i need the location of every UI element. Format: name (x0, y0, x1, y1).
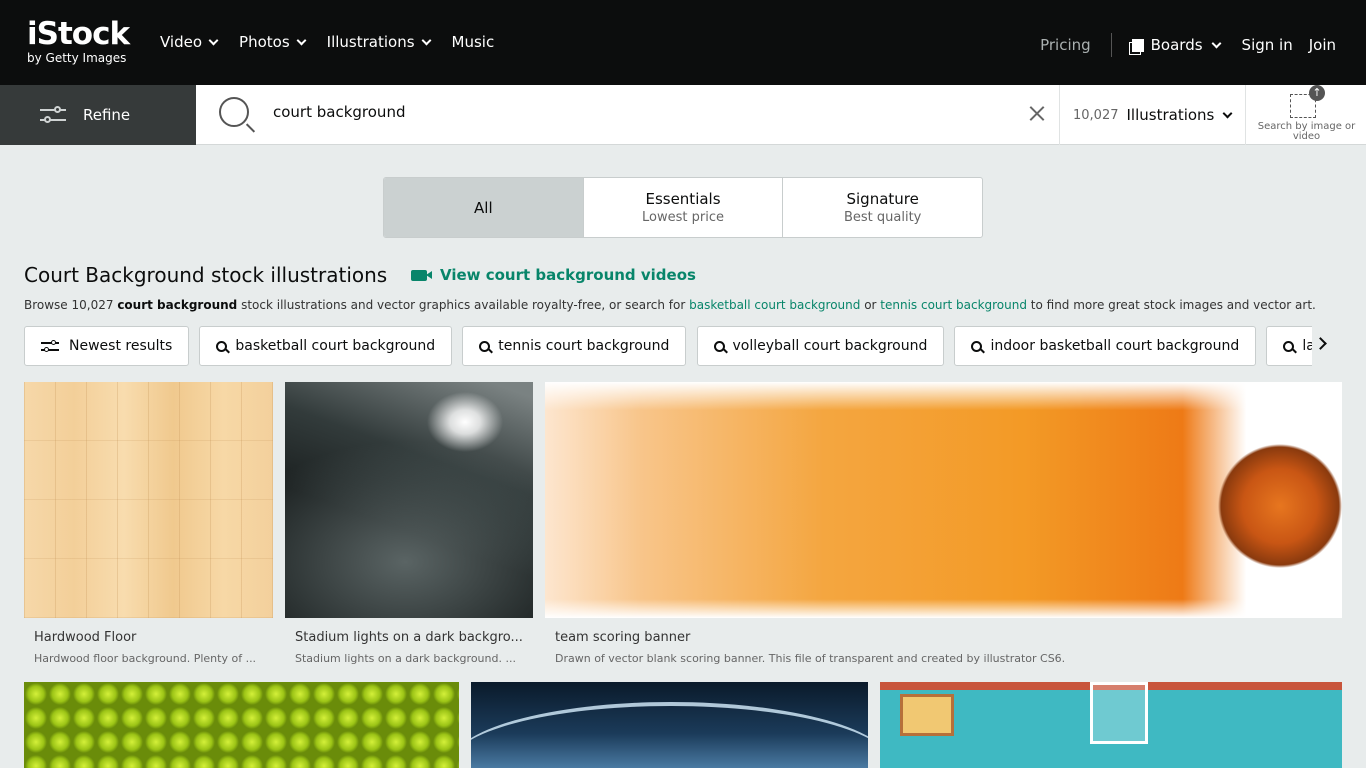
tab-subtitle: Best quality (843, 210, 922, 225)
result-card[interactable]: Hardwood Floor Hardwood floor background… (24, 382, 273, 672)
search-icon (1283, 340, 1295, 352)
chip-related-search[interactable]: law court background (1266, 326, 1312, 366)
nav-photos[interactable]: Photos (239, 33, 307, 51)
account-nav: Pricing Boards Sign in Join (1040, 33, 1336, 57)
tab-title: All (474, 198, 493, 217)
result-card[interactable]: team scoring banner Drawn of vector blan… (545, 382, 1342, 672)
result-card[interactable] (880, 682, 1342, 768)
sliders-icon (41, 339, 59, 353)
result-title: team scoring banner (555, 630, 691, 645)
desc-prefix: Browse 10,027 (24, 298, 118, 312)
video-camera-icon (411, 269, 432, 281)
close-icon[interactable] (1028, 104, 1046, 122)
chip-related-search[interactable]: tennis court background (462, 326, 687, 366)
sliders-icon (40, 106, 66, 124)
chevron-down-icon (421, 35, 431, 45)
refine-label: Refine (83, 106, 131, 124)
chip-label: indoor basketball court background (990, 338, 1240, 354)
istock-logo[interactable]: iStock by Getty Images (27, 16, 130, 65)
tab-title: Essentials (645, 190, 721, 208)
result-title: Stadium lights on a dark backgro... (295, 630, 523, 645)
result-thumbnail[interactable] (24, 382, 273, 618)
search-bar: Refine 10,027 Illustrations Search by im… (0, 85, 1366, 145)
tab-subtitle: Lowest price (642, 210, 724, 225)
chip-label: tennis court background (498, 338, 670, 354)
chevron-down-icon (208, 35, 219, 45)
logo-tagline: by Getty Images (27, 51, 127, 65)
desc-or: or (860, 298, 881, 312)
desc-suffix: to find more great stock images and vect… (1026, 298, 1316, 312)
nav-illustrations[interactable]: Illustrations (326, 33, 431, 51)
chevron-right-icon[interactable] (1314, 337, 1327, 350)
search-icon[interactable] (219, 97, 249, 127)
chip-newest-results[interactable]: Newest results (24, 326, 190, 366)
chevron-down-icon (1211, 38, 1221, 48)
nav-music[interactable]: Music (452, 33, 495, 51)
result-thumbnail[interactable] (471, 682, 868, 768)
search-by-image-button[interactable]: Search by image or video (1245, 85, 1366, 145)
result-thumbnail[interactable] (24, 682, 459, 768)
nav-video-label: Video (160, 33, 203, 51)
nav-illustrations-label: Illustrations (326, 33, 415, 51)
join-link[interactable]: Join (1309, 36, 1336, 54)
chip-label: law court background (1302, 338, 1312, 354)
chip-related-search[interactable]: basketball court background (199, 326, 453, 366)
pricing-link[interactable]: Pricing (1040, 36, 1091, 54)
tab-signature[interactable]: Signature Best quality (783, 178, 982, 237)
result-description: Drawn of vector blank scoring banner. Th… (555, 652, 1066, 665)
search-input[interactable] (273, 103, 973, 121)
sign-in-link[interactable]: Sign in (1242, 36, 1293, 54)
related-link-basketball[interactable]: basketball court background (689, 298, 860, 312)
desc-query: court background (117, 298, 238, 312)
result-card[interactable] (471, 682, 868, 768)
chip-related-search[interactable]: indoor basketball court background (954, 326, 1257, 366)
search-by-image-label: Search by image or video (1257, 121, 1356, 142)
nav-video[interactable]: Video (160, 33, 219, 51)
result-description: Hardwood floor background. Plenty of ... (34, 652, 257, 665)
boards-menu[interactable]: Boards (1131, 36, 1221, 54)
chip-label: Newest results (69, 338, 173, 354)
asset-type-select[interactable]: 10,027 Illustrations (1059, 85, 1245, 145)
tab-essentials[interactable]: Essentials Lowest price (584, 178, 784, 237)
top-navigation-bar: iStock by Getty Images Video Photos Illu… (0, 0, 1366, 85)
boards-icon (1131, 38, 1144, 52)
result-description: Stadium lights on a dark background. ... (295, 652, 516, 665)
chip-label: basketball court background (235, 338, 436, 354)
asset-type-label: Illustrations (1126, 106, 1215, 124)
result-title: Hardwood Floor (34, 630, 137, 645)
nav-divider (1110, 33, 1112, 57)
result-thumbnail[interactable] (285, 382, 533, 618)
search-icon (713, 340, 725, 352)
boards-label: Boards (1150, 36, 1203, 54)
result-thumbnail[interactable] (545, 382, 1342, 618)
tab-all[interactable]: All (384, 178, 584, 237)
tab-title: Signature (846, 190, 919, 208)
desc-middle: stock illustrations and vector graphics … (237, 298, 690, 312)
collection-tabs: All Essentials Lowest price Signature Be… (383, 177, 983, 238)
result-card[interactable]: Stadium lights on a dark backgro... Stad… (285, 382, 533, 672)
related-searches: Newest results basketball court backgrou… (24, 326, 1312, 366)
results-description: Browse 10,027 court background stock ill… (24, 298, 1316, 312)
related-link-tennis[interactable]: tennis court background (880, 298, 1027, 312)
page-title: Court Background stock illustrations (24, 263, 388, 287)
chevron-down-icon (296, 35, 307, 45)
view-videos-label: View court background videos (440, 266, 696, 284)
main-nav: Video Photos Illustrations Music (160, 33, 516, 51)
search-icon (216, 340, 228, 352)
refine-button[interactable]: Refine (0, 85, 196, 145)
result-thumbnail[interactable] (880, 682, 1342, 768)
chevron-down-icon (1222, 108, 1233, 118)
view-videos-link[interactable]: View court background videos (411, 266, 696, 284)
result-card[interactable] (24, 682, 459, 768)
search-icon (971, 340, 983, 352)
result-count: 10,027 (1073, 107, 1119, 123)
nav-music-label: Music (451, 33, 495, 51)
search-icon (479, 340, 491, 352)
image-upload-icon (1290, 85, 1325, 118)
nav-photos-label: Photos (239, 33, 290, 51)
logo-wordmark: iStock (27, 16, 130, 52)
chip-related-search[interactable]: volleyball court background (696, 326, 945, 366)
chip-label: volleyball court background (732, 338, 928, 354)
